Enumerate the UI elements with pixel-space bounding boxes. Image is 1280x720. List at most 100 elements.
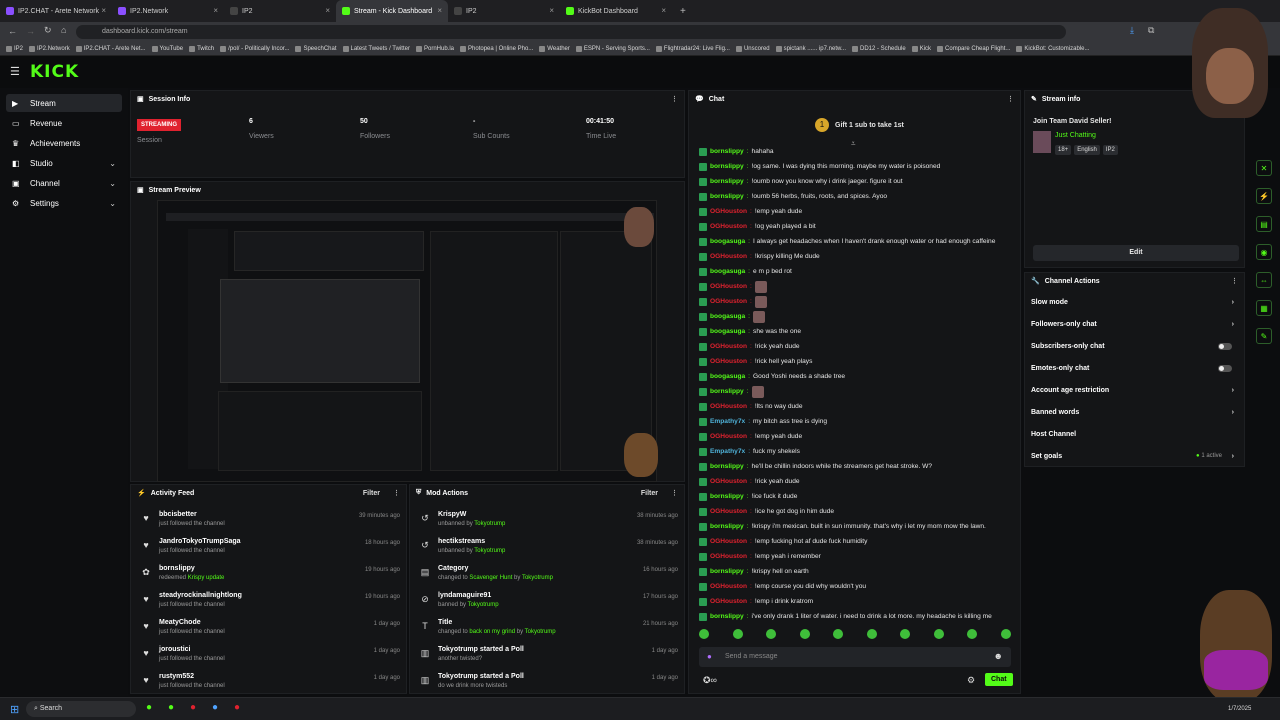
send-chat-button[interactable]: Chat [985, 673, 1013, 686]
chat-username[interactable]: OGHouston [710, 433, 747, 440]
app-icon[interactable]: ● [190, 702, 196, 713]
home-icon[interactable]: ⌂ [61, 25, 66, 35]
tool-icon[interactable]: ◉ [1256, 244, 1272, 260]
browser-tab[interactable]: IP2 × [224, 0, 336, 22]
chat-username[interactable]: bornslippy [710, 148, 744, 155]
feed-item-link[interactable]: Tokyotrump [468, 602, 499, 608]
kebab-icon[interactable]: ⋮ [393, 489, 400, 497]
chat-username[interactable]: OGHouston [710, 298, 747, 305]
bookmark-item[interactable]: Weather [539, 45, 570, 52]
chat-username[interactable]: boogasuga [710, 268, 745, 275]
close-tab-icon[interactable]: × [661, 6, 666, 15]
chat-username[interactable]: OGHouston [710, 208, 747, 215]
bookmark-item[interactable]: DD12 - Schedule [852, 45, 906, 52]
sidebar-item-revenue[interactable]: ▭ Revenue [6, 114, 122, 132]
channel-action-host-channel[interactable]: Host Channel [1025, 423, 1244, 445]
bookmark-item[interactable]: Twitch [189, 45, 214, 52]
stream-tag[interactable]: IP2 [1102, 145, 1118, 155]
feed-item-link[interactable]: Tokyotrump [474, 521, 505, 527]
stream-tag[interactable]: 18+ [1055, 145, 1072, 155]
emote-icon[interactable] [866, 629, 877, 639]
feed-item-name[interactable]: Category [438, 565, 553, 572]
chat-username[interactable]: bornslippy [710, 463, 744, 470]
browser-tab[interactable]: Stream - Kick Dashboard × [336, 0, 448, 22]
chat-username[interactable]: bornslippy [710, 163, 744, 170]
chat-username[interactable]: bornslippy [710, 193, 744, 200]
chat-username[interactable]: OGHouston [710, 583, 747, 590]
feed-item-link[interactable]: Tokyotrump [474, 548, 505, 554]
bookmark-item[interactable]: YouTube [151, 45, 183, 52]
bookmark-item[interactable]: Kick [911, 45, 931, 52]
windows-start-icon[interactable]: ⊞ [10, 703, 19, 716]
emoji-icon[interactable]: ☻ [994, 651, 1003, 661]
bookmark-item[interactable]: SpeechChat [295, 45, 337, 52]
feed-item-name[interactable]: lyndamaguire91 [438, 592, 499, 599]
tool-icon[interactable]: ▦ [1256, 300, 1272, 316]
bookmark-item[interactable]: ESPN - Serving Sports... [575, 45, 650, 52]
mod-filter-button[interactable]: Filter [641, 490, 658, 497]
app-icon[interactable]: ● [146, 702, 152, 713]
feed-item-name[interactable]: KrispyW [438, 511, 505, 518]
chat-username[interactable]: OGHouston [710, 598, 747, 605]
menu-icon[interactable]: ☰ [10, 65, 20, 78]
chat-username[interactable]: OGHouston [710, 478, 747, 485]
kick-logo[interactable]: KICK [30, 62, 79, 82]
message-input[interactable]: ● Send a message ☻ [699, 647, 1011, 667]
chat-username[interactable]: bornslippy [710, 568, 744, 575]
points-icon[interactable]: ✪∞ [703, 675, 717, 686]
settings-icon[interactable]: ⚙ [967, 675, 975, 686]
bookmark-item[interactable]: PornHub.la [415, 45, 454, 52]
bookmark-item[interactable]: KickBot: Customizable... [1016, 45, 1089, 52]
tool-icon[interactable]: ⚡ [1256, 188, 1272, 204]
sidebar-item-channel[interactable]: ▣ Channel ⌄ [6, 174, 122, 192]
bookmark-item[interactable]: IP2.Network [29, 45, 70, 52]
feed-item-link[interactable]: Tokyotrump [522, 575, 553, 581]
chat-username[interactable]: OGHouston [710, 553, 747, 560]
sidebar-item-stream[interactable]: ▶ Stream [6, 94, 122, 112]
address-bar[interactable]: dashboard.kick.com/stream [76, 25, 1066, 39]
bookmark-item[interactable]: Latest Tweets / Twitter [342, 45, 410, 52]
feed-item-name[interactable]: MeatyChode [159, 619, 225, 626]
close-tab-icon[interactable]: × [549, 6, 554, 15]
kebab-icon[interactable]: ⋮ [671, 489, 678, 497]
new-tab-icon[interactable]: + [680, 6, 686, 17]
channel-action-banned-words[interactable]: Banned words › [1025, 401, 1244, 423]
feed-item-name[interactable]: Tokyotrump started a Poll [438, 646, 524, 653]
feed-item-name[interactable]: hectikstreams [438, 538, 505, 545]
stream-tag[interactable]: English [1074, 145, 1100, 155]
tool-icon[interactable]: ▤ [1256, 216, 1272, 232]
emote-icon[interactable] [732, 629, 743, 639]
download-icon[interactable]: ⤓ [1130, 25, 1134, 36]
app-icon[interactable]: ● [168, 702, 174, 713]
chat-username[interactable]: boogasuga [710, 328, 745, 335]
bookmark-item[interactable]: spictank ...... ip7.netw... [775, 45, 846, 52]
chat-username[interactable]: boogasuga [710, 373, 745, 380]
kebab-icon[interactable]: ⋮ [671, 95, 678, 103]
emote-icon[interactable] [699, 629, 709, 639]
feed-item-name[interactable]: Title [438, 619, 556, 626]
bookmark-item[interactable]: Flightradar24: Live Flig... [655, 45, 730, 52]
sidebar-item-studio[interactable]: ◧ Studio ⌄ [6, 154, 122, 172]
gift-sub-banner[interactable]: 1 Gift 1 sub to take 1st [815, 118, 904, 132]
extensions-icon[interactable]: ⧉ [1148, 25, 1154, 36]
chat-username[interactable]: Empathy7x [710, 418, 745, 425]
feed-item-name[interactable]: JandroTokyoTrumpSaga [159, 538, 241, 545]
sidebar-item-achievements[interactable]: ♛ Achievements [6, 134, 122, 152]
feed-item-link[interactable]: Tokyotrump [525, 629, 556, 635]
browser-tab[interactable]: IP2.Network × [112, 0, 224, 22]
category-link[interactable]: Just Chatting [1055, 132, 1096, 139]
feed-item-name[interactable]: rustym552 [159, 673, 225, 680]
activity-filter-button[interactable]: Filter [363, 490, 380, 497]
bookmark-item[interactable]: Photopea | Online Pho... [460, 45, 533, 52]
channel-action-followers-only-chat[interactable]: Followers-only chat › [1025, 313, 1244, 335]
feed-item-name[interactable]: joroustici [159, 646, 225, 653]
chat-username[interactable]: bornslippy [710, 388, 744, 395]
feed-item-name[interactable]: steadyrockinallnightlong [159, 592, 242, 599]
chat-username[interactable]: boogasuga [710, 313, 745, 320]
kebab-icon[interactable]: ⋮ [1231, 277, 1238, 285]
feed-item-name[interactable]: bbcisbetter [159, 511, 225, 518]
channel-action-slow-mode[interactable]: Slow mode › [1025, 291, 1244, 313]
close-tab-icon[interactable]: × [325, 6, 330, 15]
chat-username[interactable]: bornslippy [710, 178, 744, 185]
chat-username[interactable]: OGHouston [710, 403, 747, 410]
